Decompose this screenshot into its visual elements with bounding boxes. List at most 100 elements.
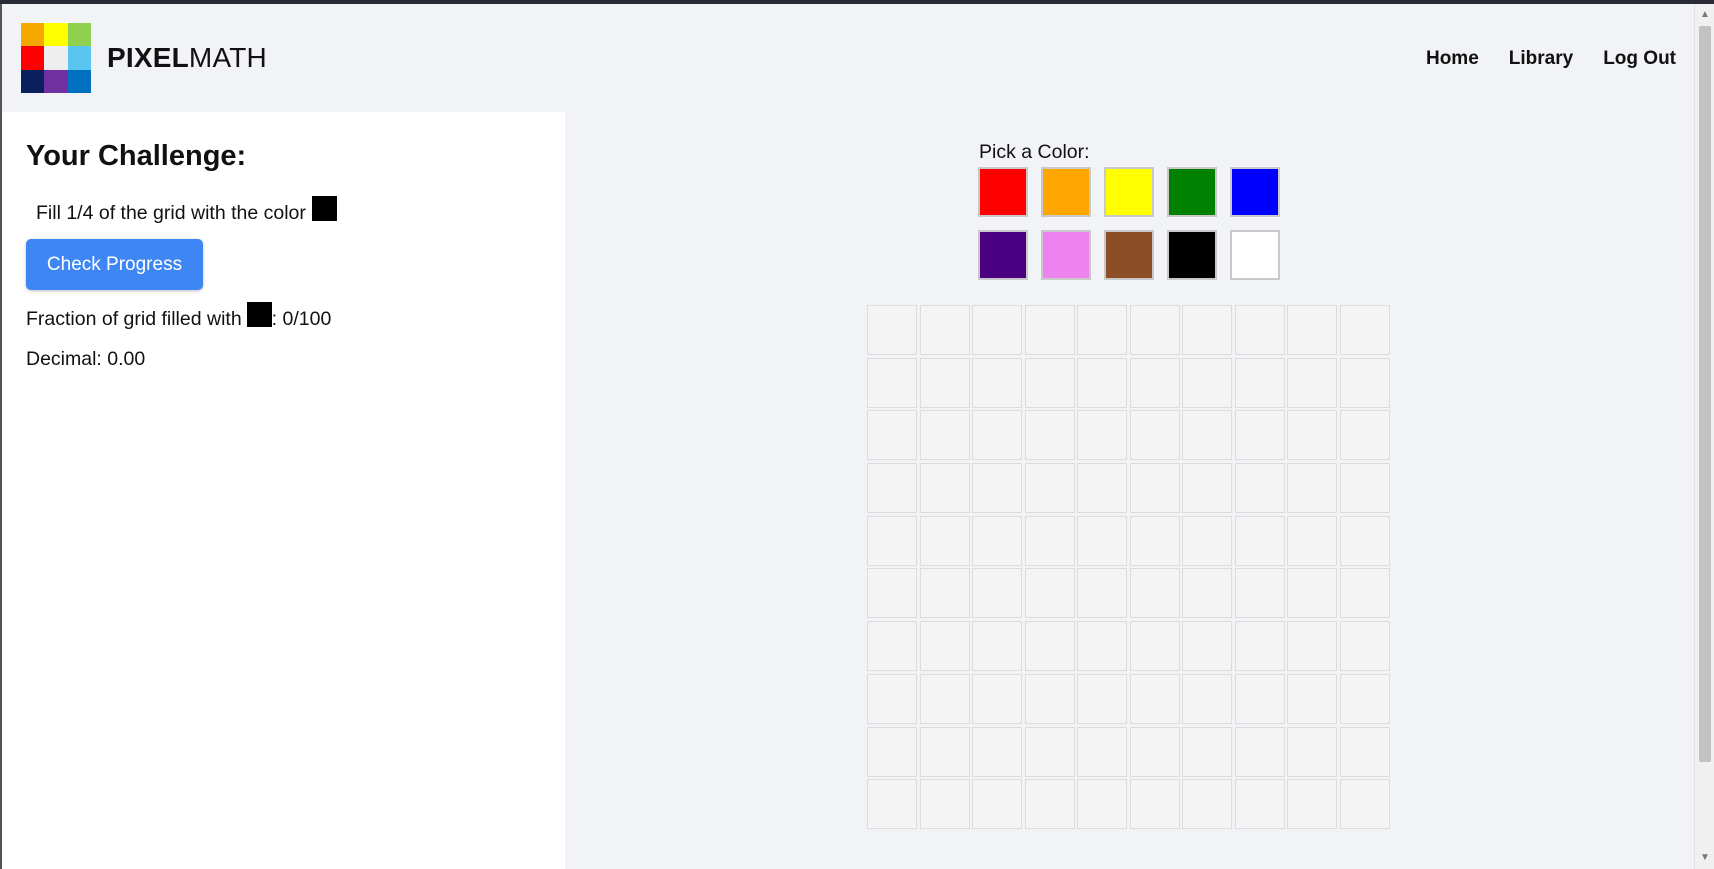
grid-cell[interactable] <box>919 463 970 514</box>
grid-cell[interactable] <box>1182 410 1232 461</box>
grid-cell[interactable] <box>1339 463 1390 514</box>
grid-cell[interactable] <box>1077 410 1127 461</box>
grid-cell[interactable] <box>1234 673 1285 724</box>
grid-cell[interactable] <box>1129 726 1180 777</box>
grid-cell[interactable] <box>919 779 970 830</box>
grid-cell[interactable] <box>1287 515 1337 566</box>
grid-cell[interactable] <box>1077 673 1127 724</box>
grid-cell[interactable] <box>972 463 1022 514</box>
color-swatch-violet[interactable] <box>1041 230 1091 280</box>
grid-cell[interactable] <box>972 726 1022 777</box>
grid-cell[interactable] <box>1287 779 1337 830</box>
grid-cell[interactable] <box>867 673 917 724</box>
grid-cell[interactable] <box>1287 357 1337 408</box>
scroll-up-arrow-icon[interactable]: ▲ <box>1695 6 1714 24</box>
grid-cell[interactable] <box>1077 357 1127 408</box>
grid-cell[interactable] <box>919 568 970 619</box>
grid-cell[interactable] <box>1129 357 1180 408</box>
grid-cell[interactable] <box>1024 305 1075 355</box>
grid-cell[interactable] <box>1129 515 1180 566</box>
grid-cell[interactable] <box>919 357 970 408</box>
color-swatch-blue[interactable] <box>1230 167 1280 217</box>
grid-cell[interactable] <box>1182 621 1232 672</box>
grid-cell[interactable] <box>1339 515 1390 566</box>
grid-cell[interactable] <box>867 305 917 355</box>
grid-cell[interactable] <box>1287 463 1337 514</box>
grid-cell[interactable] <box>1129 463 1180 514</box>
grid-cell[interactable] <box>867 726 917 777</box>
grid-cell[interactable] <box>1129 305 1180 355</box>
grid-cell[interactable] <box>1024 621 1075 672</box>
grid-cell[interactable] <box>1077 305 1127 355</box>
grid-cell[interactable] <box>1182 568 1232 619</box>
grid-cell[interactable] <box>972 673 1022 724</box>
grid-cell[interactable] <box>1287 673 1337 724</box>
grid-cell[interactable] <box>1077 515 1127 566</box>
grid-cell[interactable] <box>1077 463 1127 514</box>
grid-cell[interactable] <box>1129 621 1180 672</box>
pixelmath-logo[interactable] <box>21 23 91 93</box>
color-swatch-red[interactable] <box>978 167 1028 217</box>
grid-cell[interactable] <box>1287 621 1337 672</box>
nav-logout-link[interactable]: Log Out <box>1603 48 1676 70</box>
scrollbar-thumb[interactable] <box>1699 26 1711 762</box>
grid-cell[interactable] <box>1339 779 1390 830</box>
color-swatch-white[interactable] <box>1230 230 1280 280</box>
nav-library-link[interactable]: Library <box>1509 48 1573 70</box>
grid-cell[interactable] <box>1024 673 1075 724</box>
grid-cell[interactable] <box>867 515 917 566</box>
grid-cell[interactable] <box>1129 410 1180 461</box>
grid-cell[interactable] <box>1024 515 1075 566</box>
grid-cell[interactable] <box>1024 779 1075 830</box>
grid-cell[interactable] <box>1182 673 1232 724</box>
grid-cell[interactable] <box>1234 357 1285 408</box>
grid-cell[interactable] <box>972 779 1022 830</box>
grid-cell[interactable] <box>919 410 970 461</box>
grid-cell[interactable] <box>1287 410 1337 461</box>
grid-cell[interactable] <box>867 621 917 672</box>
brand-name[interactable]: PIXELMATH <box>107 42 267 74</box>
grid-cell[interactable] <box>1024 410 1075 461</box>
grid-cell[interactable] <box>1182 463 1232 514</box>
grid-cell[interactable] <box>972 357 1022 408</box>
grid-cell[interactable] <box>1234 305 1285 355</box>
grid-cell[interactable] <box>1339 568 1390 619</box>
grid-cell[interactable] <box>1287 726 1337 777</box>
color-swatch-orange[interactable] <box>1041 167 1091 217</box>
grid-cell[interactable] <box>1287 568 1337 619</box>
grid-cell[interactable] <box>867 779 917 830</box>
color-swatch-brown[interactable] <box>1104 230 1154 280</box>
grid-cell[interactable] <box>919 673 970 724</box>
grid-cell[interactable] <box>972 515 1022 566</box>
grid-cell[interactable] <box>1129 568 1180 619</box>
grid-cell[interactable] <box>1287 305 1337 355</box>
grid-cell[interactable] <box>867 410 917 461</box>
grid-cell[interactable] <box>1234 621 1285 672</box>
grid-cell[interactable] <box>972 410 1022 461</box>
grid-cell[interactable] <box>1339 305 1390 355</box>
grid-cell[interactable] <box>1182 357 1232 408</box>
grid-cell[interactable] <box>1129 673 1180 724</box>
grid-cell[interactable] <box>1234 779 1285 830</box>
grid-cell[interactable] <box>1182 726 1232 777</box>
grid-cell[interactable] <box>1234 410 1285 461</box>
grid-cell[interactable] <box>919 726 970 777</box>
grid-cell[interactable] <box>1339 357 1390 408</box>
grid-cell[interactable] <box>919 515 970 566</box>
grid-cell[interactable] <box>1234 463 1285 514</box>
color-swatch-black[interactable] <box>1167 230 1217 280</box>
nav-home-link[interactable]: Home <box>1426 48 1479 70</box>
grid-cell[interactable] <box>1024 726 1075 777</box>
grid-cell[interactable] <box>1024 568 1075 619</box>
grid-cell[interactable] <box>1024 463 1075 514</box>
grid-cell[interactable] <box>1182 515 1232 566</box>
grid-cell[interactable] <box>1234 515 1285 566</box>
grid-cell[interactable] <box>1077 568 1127 619</box>
color-swatch-yellow[interactable] <box>1104 167 1154 217</box>
grid-cell[interactable] <box>1234 568 1285 619</box>
grid-cell[interactable] <box>867 463 917 514</box>
grid-cell[interactable] <box>1339 673 1390 724</box>
grid-cell[interactable] <box>919 305 970 355</box>
grid-cell[interactable] <box>1129 779 1180 830</box>
grid-cell[interactable] <box>1339 621 1390 672</box>
